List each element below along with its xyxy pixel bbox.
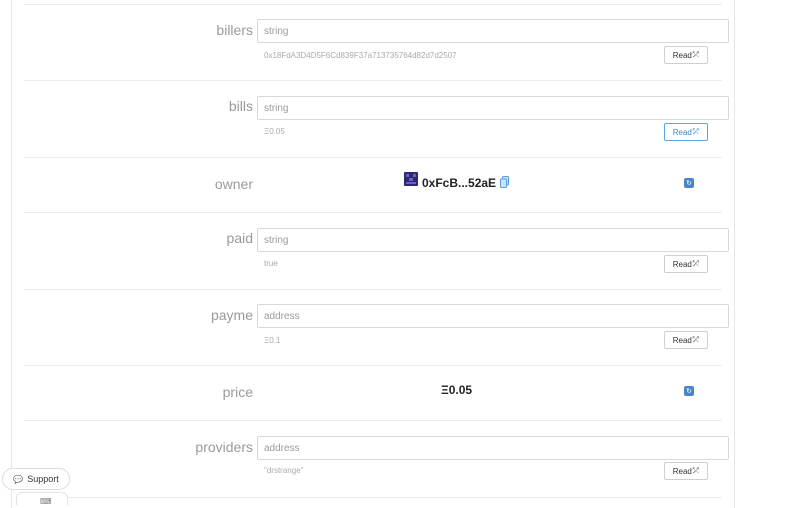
row-divider [24, 212, 722, 213]
read-label: Read [672, 50, 692, 60]
function-label-paid: paid [226, 230, 253, 246]
billers-result: 0x18FdA3D4D5F6Cd839F37a713735764d82d7d25… [264, 51, 457, 60]
payme-read-button[interactable]: Read ⤱ [664, 331, 708, 349]
arrows-icon: ⤱ [692, 259, 700, 268]
read-label: Read [672, 335, 692, 345]
chat-bubble-icon: 💬 [13, 474, 24, 484]
providers-result: "drstrange" [264, 466, 304, 475]
bills-input[interactable] [257, 96, 729, 120]
arrows-icon: ⤱ [692, 127, 700, 136]
payme-input[interactable] [257, 304, 729, 328]
billers-input[interactable] [257, 19, 729, 43]
row-divider [24, 4, 722, 5]
function-label-price: price [222, 384, 253, 400]
read-label: Read [672, 466, 692, 476]
row-divider [24, 365, 722, 366]
arrows-icon: ⤱ [692, 50, 700, 59]
copy-icon[interactable] [500, 176, 509, 188]
contract-read-panel [11, 0, 735, 508]
row-divider [24, 289, 722, 290]
identicon-avatar [404, 172, 418, 186]
arrows-icon: ⤱ [692, 335, 700, 344]
refresh-icon[interactable]: ↻ [684, 178, 694, 188]
payme-result: Ξ0.1 [264, 336, 281, 345]
owner-address[interactable]: 0xFcB...52aE [422, 176, 496, 190]
paid-input[interactable] [257, 228, 729, 252]
read-label: Read [672, 127, 692, 137]
refresh-icon[interactable]: ↻ [684, 386, 694, 396]
providers-read-button[interactable]: Read ⤱ [664, 462, 708, 480]
row-divider [24, 80, 722, 81]
bills-read-button[interactable]: Read ⤱ [664, 123, 708, 141]
row-divider [24, 420, 722, 421]
support-button[interactable]: 💬 Support [2, 468, 70, 490]
read-label: Read [672, 259, 692, 269]
arrows-icon: ⤱ [692, 466, 700, 475]
bills-result: Ξ0.05 [264, 127, 285, 136]
paid-read-button[interactable]: Read ⤱ [664, 255, 708, 273]
function-label-billers: billers [216, 22, 253, 38]
row-divider [24, 157, 722, 158]
paid-result: true [264, 259, 278, 268]
function-label-bills: bills [228, 98, 253, 114]
billers-read-button[interactable]: Read ⤱ [664, 46, 708, 64]
price-value: Ξ0.05 [441, 383, 473, 397]
function-label-payme: payme [210, 307, 253, 323]
support-label: Support [27, 474, 59, 484]
function-label-owner: owner [214, 176, 253, 192]
row-divider [24, 497, 722, 498]
providers-input[interactable] [257, 436, 729, 460]
function-label-providers: providers [195, 439, 253, 455]
